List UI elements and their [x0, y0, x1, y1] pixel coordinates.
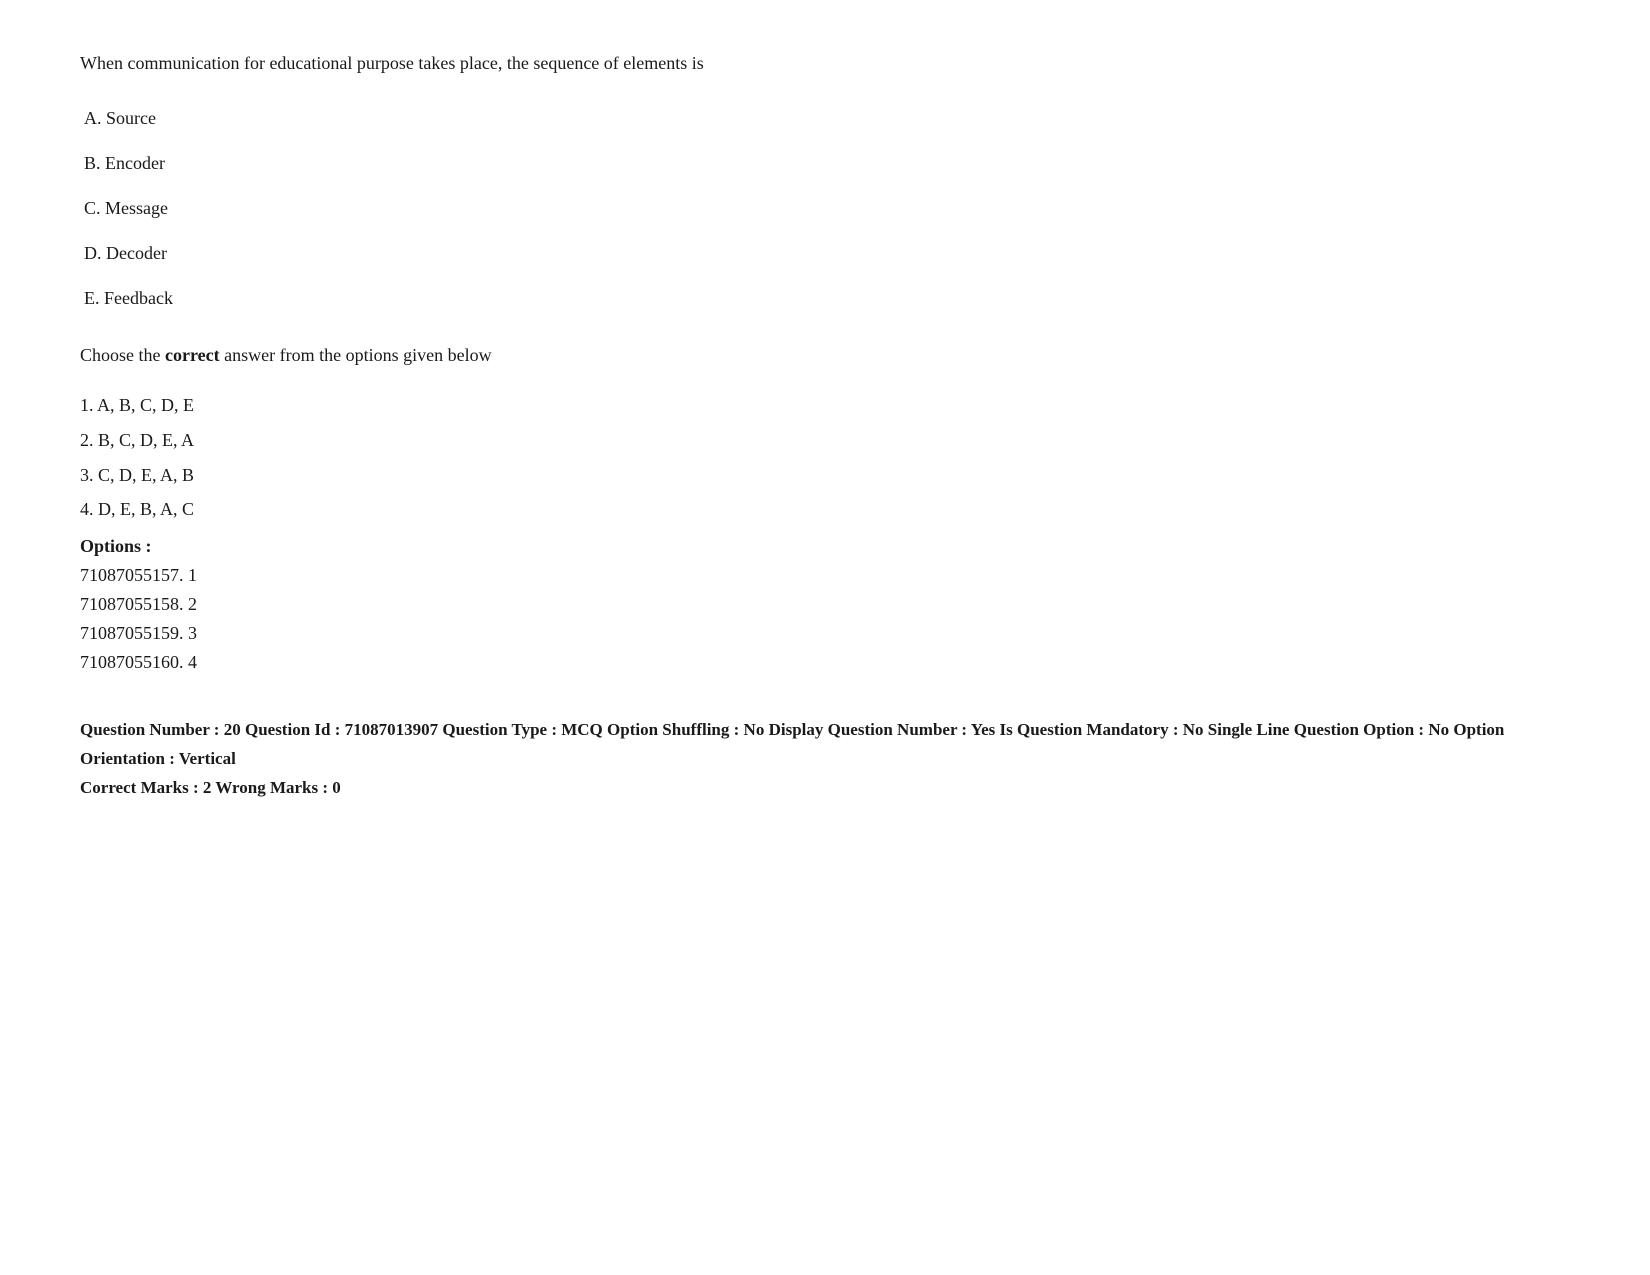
choose-instruction: Choose the correct answer from the optio…	[80, 342, 1570, 369]
metadata-line1: Question Number : 20 Question Id : 71087…	[80, 716, 1570, 774]
options-section: Options : 71087055157. 1 71087055158. 2 …	[80, 536, 1570, 676]
metadata-section: Question Number : 20 Question Id : 71087…	[80, 716, 1570, 803]
option-code-4: 71087055160. 4	[80, 648, 1570, 677]
answer-option-4: 4. D, E, B, A, C	[80, 495, 1570, 524]
option-a: A. Source	[80, 105, 1570, 132]
option-d: D. Decoder	[80, 240, 1570, 267]
option-code-3: 71087055159. 3	[80, 619, 1570, 648]
option-e: E. Feedback	[80, 285, 1570, 312]
options-label: Options :	[80, 536, 1570, 557]
answer-option-3: 3. C, D, E, A, B	[80, 461, 1570, 490]
options-list: A. Source B. Encoder C. Message D. Decod…	[80, 105, 1570, 312]
metadata-line2: Correct Marks : 2 Wrong Marks : 0	[80, 774, 1570, 803]
answer-options-list: 1. A, B, C, D, E 2. B, C, D, E, A 3. C, …	[80, 391, 1570, 524]
option-c: C. Message	[80, 195, 1570, 222]
option-code-1: 71087055157. 1	[80, 561, 1570, 590]
option-b: B. Encoder	[80, 150, 1570, 177]
answer-option-2: 2. B, C, D, E, A	[80, 426, 1570, 455]
answer-option-1: 1. A, B, C, D, E	[80, 391, 1570, 420]
question-container: When communication for educational purpo…	[80, 50, 1570, 803]
option-code-2: 71087055158. 2	[80, 590, 1570, 619]
question-text: When communication for educational purpo…	[80, 50, 1570, 77]
